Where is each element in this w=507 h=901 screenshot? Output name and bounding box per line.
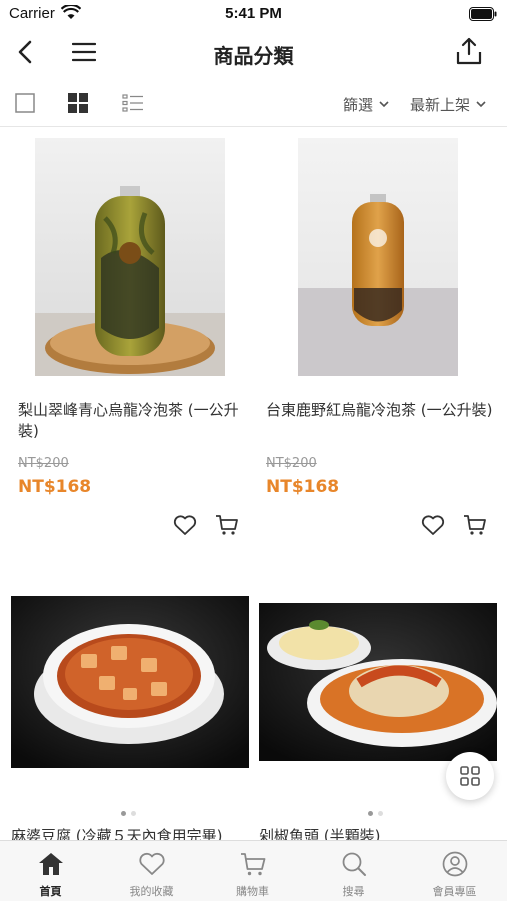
nav-bar: 商品分類	[0, 28, 507, 76]
sale-price: NT$168	[18, 477, 92, 497]
filter-dropdown[interactable]: 篩選	[343, 94, 389, 115]
share-button[interactable]	[452, 34, 486, 68]
add-to-cart-button[interactable]	[214, 512, 240, 538]
product-card[interactable]: 麻婆豆腐 (冷藏５天內食用完畢)	[11, 596, 251, 845]
heart-icon	[139, 852, 165, 875]
chevron-down-icon	[476, 101, 486, 108]
grid-icon	[460, 766, 480, 786]
product-image[interactable]	[35, 138, 225, 376]
tab-cart[interactable]: 購物車	[202, 841, 303, 901]
product-card[interactable]: 梨山翠峰青心烏龍冷泡茶 (一公升裝) NT$200 NT$168	[18, 136, 258, 556]
product-card[interactable]: 台東鹿野紅烏龍冷泡茶 (一公升裝) NT$200 NT$168	[266, 136, 506, 556]
cart-icon	[241, 853, 266, 876]
view-grid-button[interactable]	[67, 92, 89, 114]
sort-label: 最新上架	[410, 96, 471, 114]
product-image[interactable]	[11, 596, 249, 768]
search-icon	[342, 852, 366, 876]
tab-label: 首頁	[39, 885, 62, 898]
tab-search[interactable]: 搜尋	[303, 841, 404, 901]
tab-home[interactable]: 首頁	[0, 841, 101, 901]
original-price: NT$200	[266, 456, 317, 471]
cart-icon	[216, 515, 238, 535]
bottom-tab-bar: 首頁 我的收藏 購物車 搜尋 會員專區	[0, 840, 507, 901]
single-view-icon	[15, 93, 35, 113]
product-name[interactable]: 梨山翠峰青心烏龍冷泡茶 (一公升裝)	[18, 400, 248, 442]
sort-dropdown[interactable]: 最新上架	[410, 94, 486, 115]
original-price: NT$200	[18, 456, 69, 471]
product-card[interactable]: 剁椒魚頭 (半顆裝)	[259, 603, 499, 845]
filter-bar: 篩選 最新上架	[0, 80, 507, 127]
tab-label: 搜尋	[342, 885, 365, 898]
add-to-cart-button[interactable]	[462, 512, 488, 538]
status-bar: Carrier 5:41 PM	[0, 0, 507, 28]
image-pager-dots	[121, 811, 136, 816]
tab-label: 會員專區	[432, 885, 477, 898]
battery-icon	[469, 7, 497, 21]
heart-icon	[421, 515, 445, 535]
cart-icon	[464, 515, 486, 535]
heart-icon	[173, 515, 197, 535]
favorite-button[interactable]	[172, 512, 198, 538]
product-name[interactable]: 台東鹿野紅烏龍冷泡茶 (一公升裝)	[266, 400, 496, 421]
tab-member[interactable]: 會員專區	[404, 841, 505, 901]
view-single-button[interactable]	[14, 92, 36, 114]
page-title: 商品分類	[213, 44, 294, 68]
share-icon	[456, 37, 482, 65]
image-pager-dots	[368, 811, 383, 816]
grid-view-icon	[68, 93, 88, 113]
filter-label: 篩選	[343, 96, 374, 114]
list-view-icon	[122, 94, 143, 112]
favorite-button[interactable]	[420, 512, 446, 538]
home-icon	[39, 853, 63, 875]
tab-favorites[interactable]: 我的收藏	[101, 841, 202, 901]
sale-price: NT$168	[266, 477, 340, 497]
tab-label: 購物車	[236, 885, 269, 898]
chevron-down-icon	[379, 101, 389, 108]
tab-label: 我的收藏	[129, 885, 174, 898]
user-icon	[442, 851, 468, 877]
product-image[interactable]	[259, 603, 497, 761]
product-image[interactable]	[298, 138, 458, 376]
view-list-button[interactable]	[121, 92, 145, 114]
floating-grid-button[interactable]	[446, 752, 494, 800]
clock: 5:41 PM	[225, 5, 282, 22]
